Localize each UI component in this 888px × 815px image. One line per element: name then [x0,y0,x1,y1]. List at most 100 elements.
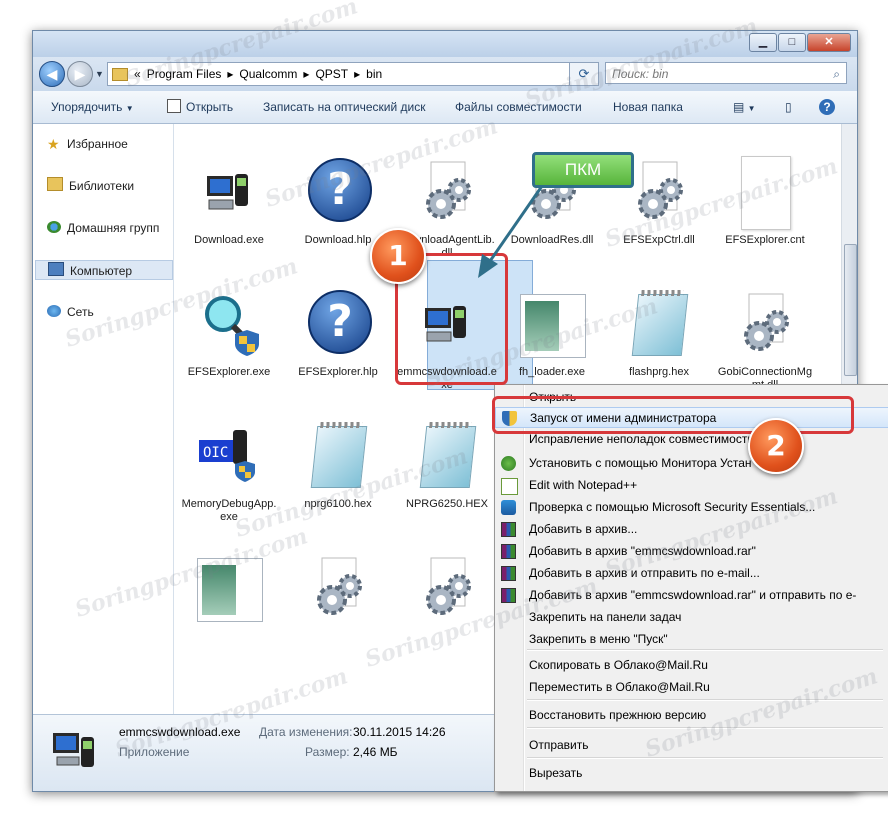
nav-item-network[interactable]: Сеть [47,302,94,322]
file-item[interactable]: flashprg.hex [609,288,709,379]
open-file-icon [167,99,181,113]
file-item[interactable]: NPRG6250.HEX [397,420,497,511]
address-separator-icon[interactable]: ▸ [227,63,233,85]
recent-pages-chevron-icon[interactable]: ▼ [95,69,104,79]
address-separator-icon[interactable]: ▸ [354,63,360,85]
address-segment[interactable]: QPST [315,63,348,85]
menu-item-label: Восстановить прежнюю версию [529,708,707,722]
svg-text:OIC: OIC [203,445,228,461]
status-modified-value: 30.11.2015 14:26 [353,725,446,739]
file-item[interactable] [179,552,279,630]
menu-item[interactable]: Скопировать в Облако@Mail.Ru [495,655,888,676]
menu-item[interactable]: Закрепить на панели задач [495,607,888,628]
menu-item[interactable]: Добавить в архив... [495,519,888,540]
compatibility-files-button[interactable]: Файлы совместимости [455,91,582,123]
navigation-pane: ★ Избранное Библиотеки Домашняя групп Ком… [33,124,174,714]
status-file-type: Приложение [119,745,190,759]
file-name: EFSExplorer.exe [187,366,271,378]
title-bar[interactable]: ▁ □ ✕ [33,31,857,57]
menu-item-label: Добавить в архив "emmcswdownload.rar" [529,544,756,558]
menu-item[interactable]: Проверка с помощью Microsoft Security Es… [495,497,888,518]
search-icon[interactable]: ⌕ [833,63,840,85]
nav-item-computer[interactable]: Компьютер [35,260,173,280]
menu-item-label: Установить с помощью Монитора Устан [529,456,752,470]
menu-item[interactable]: Отправить [495,735,888,756]
gear-icon [733,288,797,360]
address-prefix[interactable]: « [134,63,141,85]
preview-pane-icon[interactable]: ▯ [785,91,792,123]
file-item[interactable]: fh_loader.exe [502,288,602,379]
address-bar[interactable]: « Program Files ▸ Qualcomm ▸ QPST ▸ bin … [107,62,599,86]
winrar-icon [501,566,516,581]
new-folder-button[interactable]: Новая папка [613,91,683,123]
help-icon[interactable]: ? [819,91,835,123]
menu-item[interactable]: Добавить в архив и отправить по e-mail..… [495,563,888,584]
forward-button[interactable]: ▶ [67,61,93,87]
search-placeholder: Поиск: bin [612,67,669,81]
file-item[interactable] [397,552,497,630]
scrollbar-thumb[interactable] [844,244,857,376]
back-button[interactable]: ◀ [39,61,65,87]
file-name: MemoryDebugApp.exe [181,498,277,523]
menu-item[interactable]: Восстановить прежнюю версию [495,705,888,726]
document-icon [733,156,797,230]
open-label: Открыть [186,100,234,114]
nav-item-label: Библиотеки [69,179,135,193]
burn-button[interactable]: Записать на оптический диск [263,91,426,123]
installer-icon [501,456,516,471]
menu-separator [527,699,883,701]
menu-separator [527,757,883,759]
screenshot-icon [197,552,263,624]
notepad-icon [415,420,479,492]
address-separator-icon[interactable]: ▸ [303,63,309,85]
status-size-label: Размер: [305,745,350,759]
nav-item-homegroup[interactable]: Домашняя групп [47,218,159,238]
file-item[interactable]: GobiConnectionMgmt.dll [715,288,815,392]
menu-separator [527,649,883,651]
status-modified-label: Дата изменения: [259,725,353,739]
context-menu: Открыть Запуск от имени администратора Исп… [494,384,888,792]
menu-item[interactable]: Закрепить в меню "Пуск" [495,629,888,650]
magnifier-shield-icon [197,288,261,360]
menu-item-label: Закрепить в меню "Пуск" [529,632,668,646]
file-item[interactable]: EFSExplorer.cnt [715,156,815,247]
nav-item-favorites[interactable]: ★ Избранное [47,134,128,154]
open-button[interactable]: Открыть [167,91,233,123]
file-item[interactable]: nprg6100.hex [288,420,388,511]
menu-item[interactable]: Установить с помощью Монитора Устан [495,453,888,474]
file-item[interactable]: ? Download.hlp [288,156,388,247]
folder-icon [112,67,128,81]
menu-item[interactable]: Добавить в архив "emmcswdownload.rar" и … [495,585,888,606]
maximize-button[interactable]: □ [778,33,806,52]
address-segment[interactable]: Qualcomm [239,63,297,85]
menu-item-label: Отправить [529,738,589,752]
menu-item[interactable]: Вырезать [495,763,888,784]
screenshot-icon [520,288,586,360]
nav-item-libraries[interactable]: Библиотеки [47,176,134,196]
gear-icon [306,552,370,624]
address-segment[interactable]: bin [366,63,382,85]
organize-button[interactable]: Упорядочить ▼ [51,91,134,123]
nav-item-label: Компьютер [70,264,133,278]
file-item[interactable]: Download.exe [179,156,279,247]
refresh-icon[interactable]: ⟳ [569,62,599,86]
minimize-button[interactable]: ▁ [749,33,777,52]
close-button[interactable]: ✕ [807,33,851,52]
callout-arrow-icon [478,185,544,278]
address-segment[interactable]: Program Files [147,63,222,85]
menu-item[interactable]: Добавить в архив "emmcswdownload.rar" [495,541,888,562]
gear-icon [415,552,479,624]
file-name: flashprg.hex [629,366,689,378]
file-item[interactable]: OIC MemoryDebugApp.exe [179,420,279,524]
menu-item[interactable]: Edit with Notepad++ [495,475,888,496]
notepad-plus-icon [501,478,518,495]
view-options-icon[interactable]: ▤ ▼ [733,91,756,123]
file-item[interactable]: EFSExplorer.exe [179,288,279,379]
file-item[interactable] [288,552,388,630]
menu-item[interactable]: Переместить в Облако@Mail.Ru [495,677,888,698]
window-controls: ▁ □ ✕ [748,33,851,52]
command-bar: Упорядочить ▼ Открыть Записать на оптиче… [33,91,857,124]
file-item[interactable]: ? EFSExplorer.hlp [288,288,388,379]
file-name: EFSExpCtrl.dll [623,234,695,246]
search-input[interactable]: Поиск: bin ⌕ [605,62,847,84]
